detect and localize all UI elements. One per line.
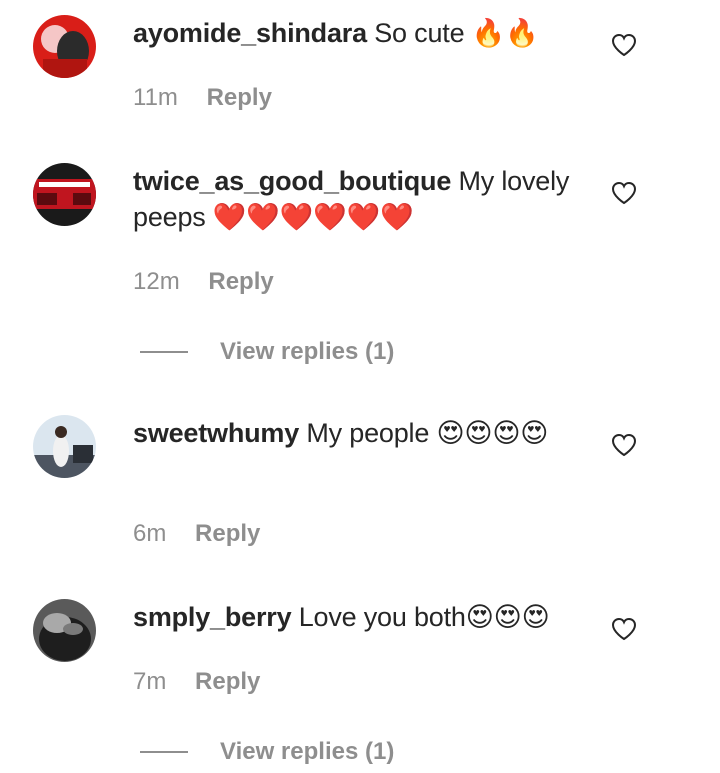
like-button[interactable] [611,181,637,205]
timestamp: 7m [133,668,167,695]
username[interactable]: smply_berry [133,602,292,632]
comment-text: ayomide_shindara So cute 🔥🔥 [133,15,583,51]
comment-meta: 6m Reply [133,519,260,549]
timestamp: 6m [133,520,167,547]
divider-line [140,751,188,753]
like-button[interactable] [611,33,637,57]
comment-text: twice_as_good_boutique My lovely peeps ❤… [133,163,583,235]
view-replies-label[interactable]: View replies (1) [220,337,394,367]
timestamp: 12m [133,268,180,295]
username[interactable]: ayomide_shindara [133,18,367,48]
reply-button[interactable]: Reply [208,268,273,295]
avatar-image [33,15,96,78]
divider-line [140,351,188,353]
view-replies-button[interactable]: View replies (1) [140,737,540,767]
username[interactable]: twice_as_good_boutique [133,166,451,196]
reply-button[interactable]: Reply [195,668,260,695]
heart-outline-icon [611,33,637,57]
reply-button[interactable]: Reply [195,520,260,547]
comment-meta: 11m Reply [133,83,272,113]
avatar[interactable] [33,599,96,662]
comment-body: Love you both😍😍😍 [298,602,550,632]
view-replies-button[interactable]: View replies (1) [140,337,540,367]
heart-outline-icon [611,433,637,457]
comment-text: smply_berry Love you both😍😍😍 [133,599,583,635]
comment-meta: 7m Reply [133,667,260,697]
avatar-image [33,163,96,226]
timestamp: 11m [133,84,178,111]
avatar-image [33,415,96,478]
view-replies-label[interactable]: View replies (1) [220,737,394,767]
heart-outline-icon [611,617,637,641]
username[interactable]: sweetwhumy [133,418,299,448]
comment-text: sweetwhumy My people 😍😍😍😍 [133,415,583,451]
avatar[interactable] [33,15,96,78]
like-button[interactable] [611,617,637,641]
avatar-image [33,599,96,662]
heart-outline-icon [611,181,637,205]
avatar[interactable] [33,163,96,226]
avatar[interactable] [33,415,96,478]
comment-meta: 12m Reply [133,267,274,297]
reply-button[interactable]: Reply [207,84,272,111]
comment-body: My people 😍😍😍😍 [306,418,549,448]
comment-body: So cute 🔥🔥 [374,18,539,48]
like-button[interactable] [611,433,637,457]
